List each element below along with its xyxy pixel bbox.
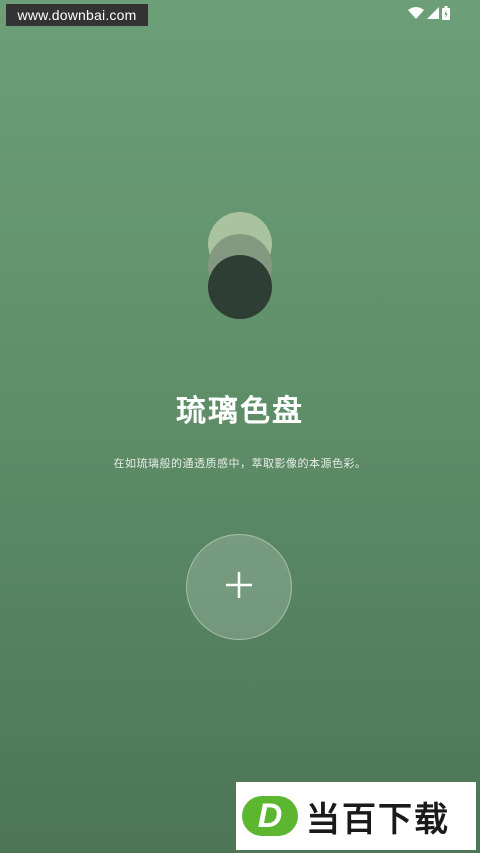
- watermark-url: www.downbai.com: [6, 4, 148, 26]
- cellular-signal-icon: [427, 7, 439, 19]
- app-logo: [207, 212, 273, 320]
- add-image-button[interactable]: [186, 534, 292, 640]
- wifi-icon: [408, 7, 424, 19]
- brand-watermark: D 当百下载: [236, 782, 476, 850]
- plus-icon: [226, 572, 252, 602]
- battery-icon: [442, 6, 450, 20]
- status-bar: www.downbai.com: [0, 0, 480, 26]
- app-title: 琉璃色盘: [176, 394, 304, 429]
- logo-circle-dark: [208, 255, 272, 319]
- status-icons: [408, 6, 450, 20]
- app-subtitle: 在如琉璃般的通透质感中，萃取影像的本源色彩。: [113, 457, 367, 470]
- brand-name: 当百下载: [306, 799, 450, 840]
- brand-logo-icon: D: [242, 796, 298, 836]
